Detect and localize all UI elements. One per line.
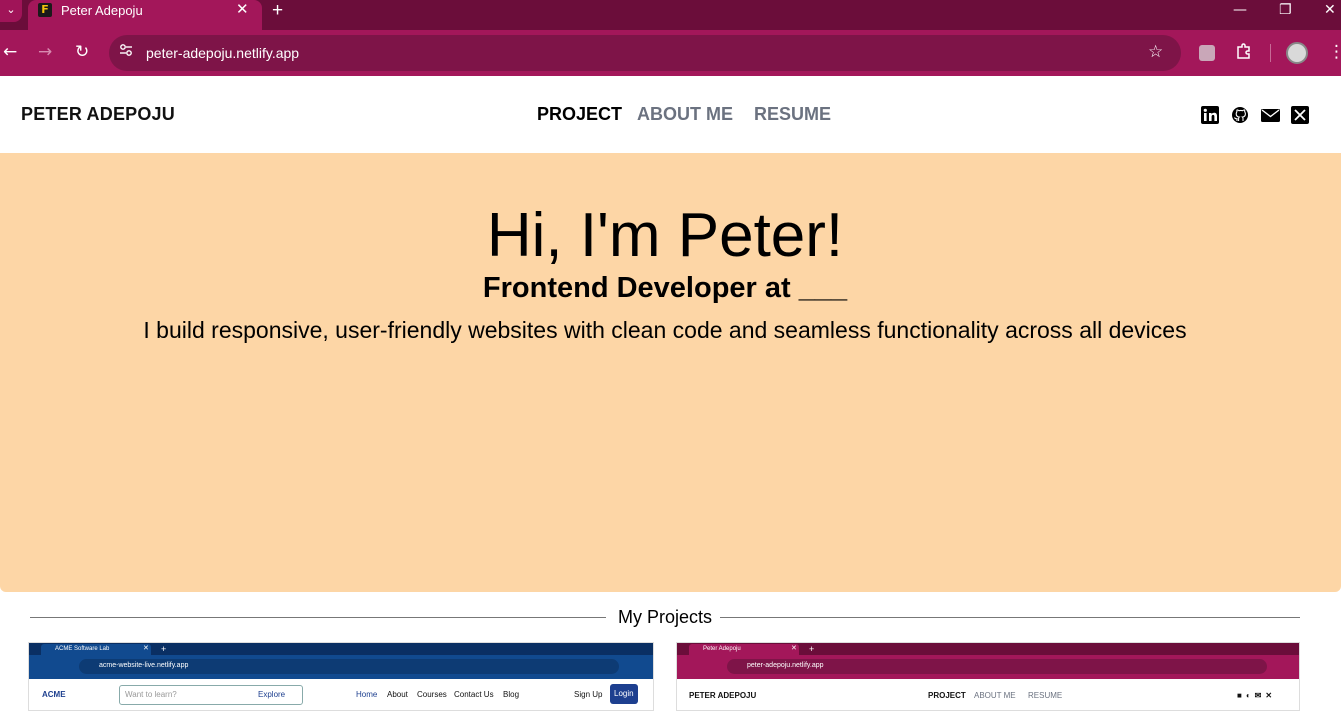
tab-close-icon[interactable]: ✕ [236,1,249,19]
thumb-link-blog: Blog [503,690,520,699]
profile-avatar[interactable] [1286,42,1308,64]
browser-tab-strip: ⌄ F Peter Adepoju ✕ + — ❐ ✕ [0,0,1341,30]
hero-section: Hi, I'm Peter! Frontend Developer at ___… [0,153,1341,592]
heading-divider-right [720,617,1300,618]
thumb-explore: Explore [258,690,286,699]
site-header: PETER ADEPOJU PROJECT ABOUT ME RESUME [0,76,1341,153]
nav-link-resume[interactable]: RESUME [754,104,831,125]
extensions-puzzle-icon[interactable] [1235,42,1253,65]
window-minimize-button[interactable]: — [1233,0,1247,20]
thumb-url: acme-website-live.netlify.app [99,662,189,669]
extension-icon[interactable] [1199,45,1215,61]
thumb-brand: ACME [42,690,66,699]
thumb-new-tab-icon: + [809,644,815,654]
thumb-tab-title: ACME Software Lab [55,646,110,652]
tab-search-button[interactable]: ⌄ [0,0,22,22]
thumb-tab-strip: Peter Adepoju ✕ + [677,643,1299,655]
thumb-social-icons: ■◐✉✕ [1237,691,1277,700]
browser-toolbar: ← → ↻ peter-adepoju.netlify.app ☆ ⋮ [0,30,1341,76]
project-card-portfolio[interactable]: Peter Adepoju ✕ + peter-adepoju.netlify.… [676,642,1300,711]
url-text[interactable]: peter-adepoju.netlify.app [146,44,299,62]
thumb-tab-close-icon: ✕ [791,645,797,652]
thumb-search-placeholder: Want to learn? [125,690,177,699]
thumb-tab-close-icon: ✕ [143,645,149,652]
hero-description: I build responsive, user-friendly websit… [143,317,1187,343]
back-arrow-icon[interactable]: ← [3,42,17,62]
thumb-address-bar: peter-adepoju.netlify.app [727,659,1267,674]
thumb-search-box: Want to learn? Explore [119,685,303,705]
tab-title: Peter Adepoju [61,3,143,18]
x-icon[interactable] [1291,106,1309,124]
hero-title: Hi, I'm Peter! [486,201,844,270]
window-close-button[interactable]: ✕ [1324,0,1336,20]
projects-heading-row: My Projects [30,605,1300,629]
thumb-signup: Sign Up [574,690,603,699]
thumb-address-bar: acme-website-live.netlify.app [79,659,619,674]
thumb-url: peter-adepoju.netlify.app [747,662,824,669]
nav-link-project[interactable]: PROJECT [537,104,622,125]
thumb-page: PETER ADEPOJU PROJECT ABOUT ME RESUME ■◐… [677,679,1299,710]
thumb-toolbar: acme-website-live.netlify.app [29,655,653,679]
thumb-brand: PETER ADEPOJU [689,691,757,700]
thumb-link-resume: RESUME [1028,691,1063,700]
site-brand[interactable]: PETER ADEPOJU [21,104,175,125]
toolbar-divider [1270,44,1271,62]
project-card-acme[interactable]: ACME Software Lab ✕ + acme-website-live.… [28,642,654,711]
thumb-link-contact: Contact Us [454,690,494,699]
nav-link-about-me[interactable]: ABOUT ME [637,104,733,125]
thumb-tab: ACME Software Lab [41,644,151,655]
window-restore-button[interactable]: ❐ [1279,0,1292,20]
thumb-link-project: PROJECT [928,691,966,700]
github-icon[interactable] [1231,106,1249,124]
new-tab-button[interactable]: + [272,0,283,22]
thumb-link-home: Home [356,690,378,699]
forward-arrow-icon[interactable]: → [38,42,52,62]
thumb-link-about-me: ABOUT ME [974,691,1016,700]
thumb-page: ACME Want to learn? Explore Home About C… [29,679,653,710]
thumb-link-courses: Courses [417,690,447,699]
site-favicon-icon: F [38,3,52,17]
chevron-down-icon: ⌄ [6,4,16,16]
thumb-new-tab-icon: + [161,644,167,654]
hero-subtitle: Frontend Developer at ___ [482,272,848,304]
site-info-icon[interactable] [119,43,133,63]
more-menu-icon[interactable]: ⋮ [1328,42,1341,62]
linkedin-icon[interactable] [1201,106,1219,124]
address-bar[interactable]: peter-adepoju.netlify.app ☆ [109,35,1181,71]
thumb-link-about: About [387,690,408,699]
thumb-login: Login [610,684,638,704]
mail-icon[interactable] [1261,106,1280,124]
bookmark-star-icon[interactable]: ☆ [1148,42,1163,62]
thumb-toolbar: peter-adepoju.netlify.app [677,655,1299,679]
thumb-tab-title: Peter Adepoju [703,646,741,652]
browser-tab-active[interactable]: F Peter Adepoju ✕ [28,0,262,30]
thumb-tab: Peter Adepoju [689,644,799,655]
reload-icon[interactable]: ↻ [75,42,89,62]
thumb-tab-strip: ACME Software Lab ✕ + [29,643,653,655]
